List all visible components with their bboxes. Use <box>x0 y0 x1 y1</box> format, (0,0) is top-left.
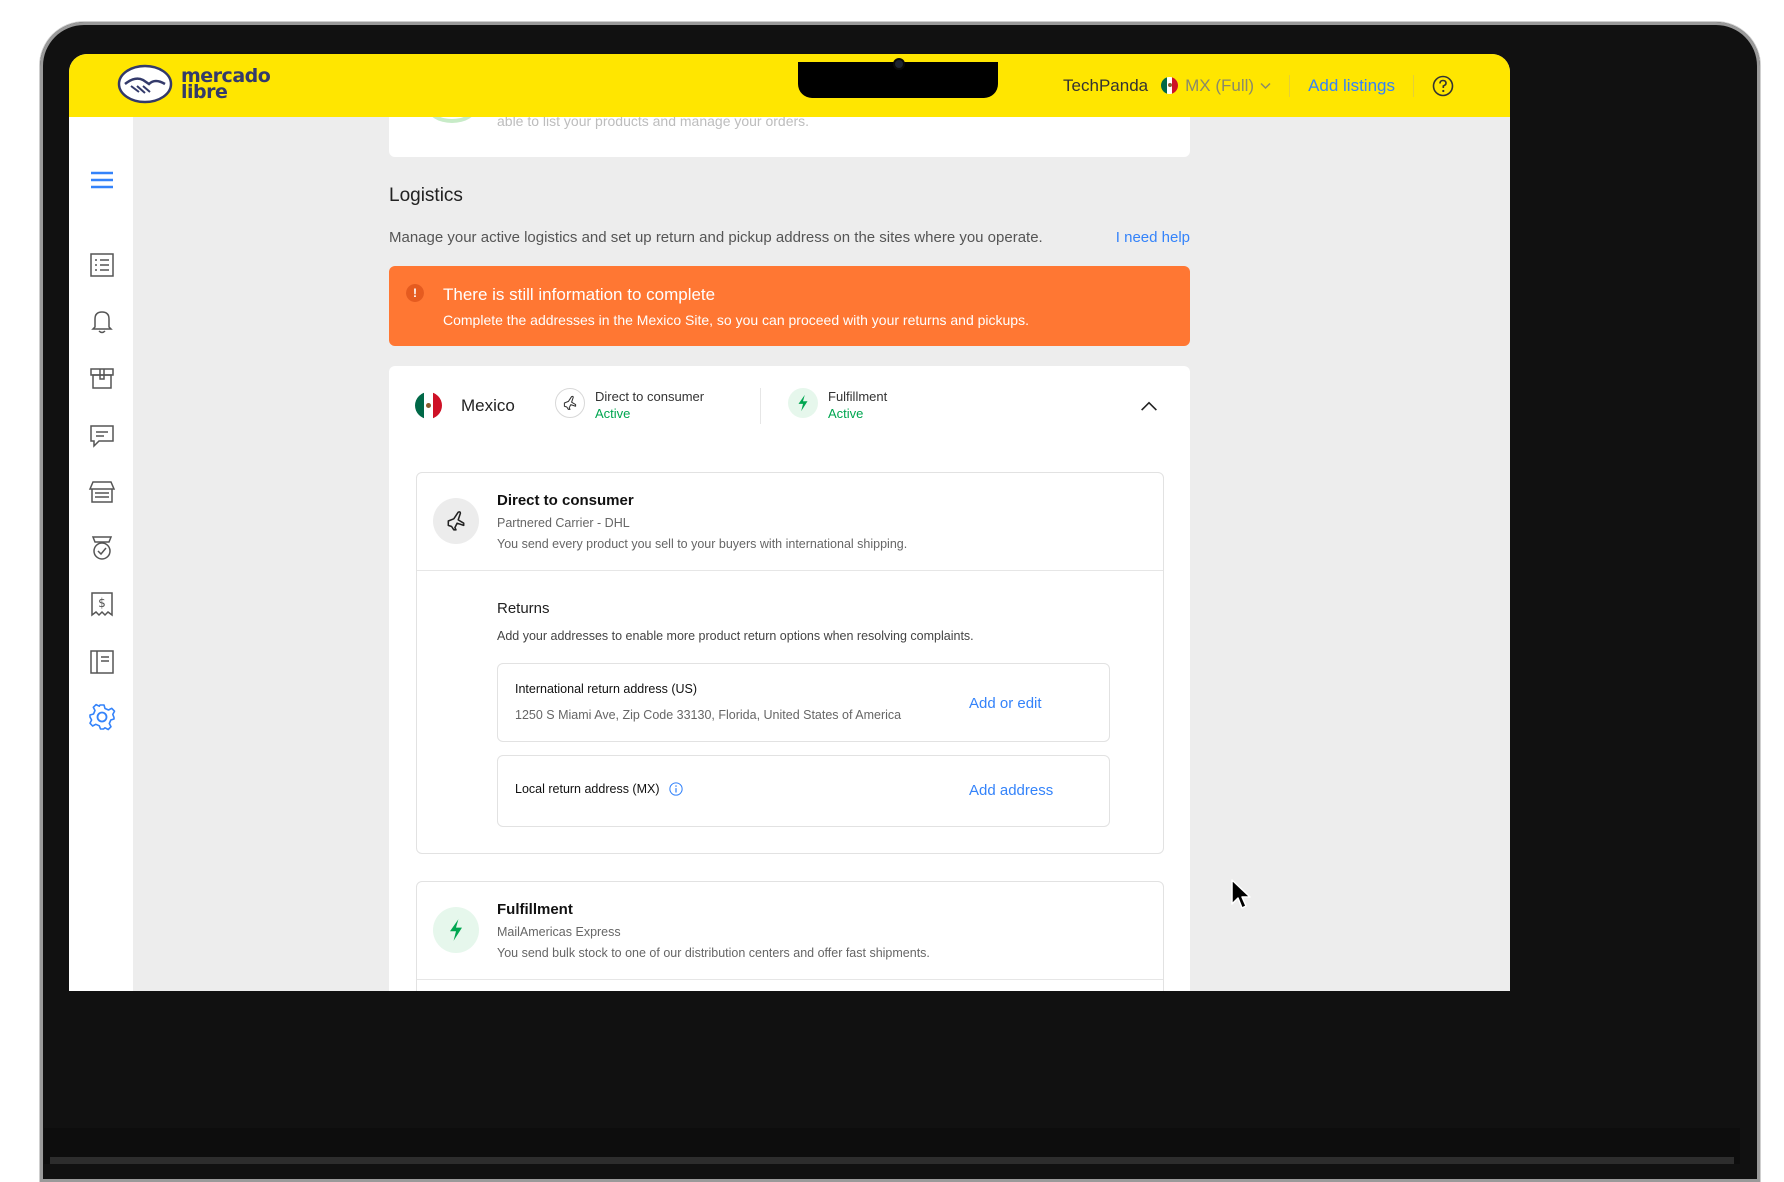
divider <box>1289 74 1291 97</box>
site-selector[interactable]: MX (Full) <box>1185 76 1271 96</box>
header-right: TechPanda MX (Full) Add listings <box>1063 54 1454 117</box>
airplane-icon <box>555 388 585 418</box>
lightning-icon <box>788 388 818 418</box>
menu-icon[interactable] <box>87 165 117 195</box>
card-description: You send bulk stock to one of our distri… <box>497 946 930 960</box>
card-title: Direct to consumer <box>497 492 634 509</box>
carrier-name: Partnered Carrier - DHL <box>497 516 630 530</box>
direct-to-consumer-card: Direct to consumer Partnered Carrier - D… <box>416 472 1164 854</box>
receipt-icon[interactable]: $ <box>87 589 117 619</box>
add-address-link[interactable]: Add address <box>969 782 1053 799</box>
mode-direct-to-consumer: Direct to consumer Active <box>555 388 704 422</box>
page-description: Manage your active logistics and set up … <box>389 229 1043 246</box>
laptop-hinge <box>50 1157 1734 1164</box>
lightning-icon <box>433 907 479 953</box>
previous-card-graphic <box>427 117 477 123</box>
list-icon[interactable] <box>87 250 117 280</box>
add-or-edit-link[interactable]: Add or edit <box>969 695 1042 712</box>
address-label: Local return address (MX) <box>515 782 660 796</box>
direct-to-consumer-header: Direct to consumer Partnered Carrier - D… <box>417 473 1163 571</box>
mode-fulfillment: Fulfillment Active <box>788 388 887 422</box>
returns-description: Add your addresses to enable more produc… <box>497 629 974 643</box>
airplane-icon <box>433 498 479 544</box>
mercado-libre-logo[interactable]: mercado libre <box>117 64 271 104</box>
address-label: International return address (US) <box>515 682 698 696</box>
divider <box>760 388 761 424</box>
alert-message: Complete the addresses in the Mexico Sit… <box>443 312 1029 328</box>
fulfillment-card: Fulfillment MailAmericas Express You sen… <box>416 881 1164 991</box>
help-icon[interactable] <box>1432 75 1454 97</box>
site-selector-label: MX (Full) <box>1185 75 1255 95</box>
chevron-down-icon <box>1260 82 1271 89</box>
gear-icon[interactable] <box>87 702 117 732</box>
warning-icon: ! <box>406 284 424 302</box>
mouse-cursor-icon <box>1231 879 1251 909</box>
chevron-up-icon[interactable] <box>1140 400 1158 412</box>
previous-card-text: able to list your products and manage yo… <box>497 117 810 129</box>
bell-icon[interactable] <box>87 306 117 336</box>
address-value: 1250 S Miami Ave, Zip Code 33130, Florid… <box>515 708 902 722</box>
mexico-flag-icon <box>1161 77 1179 94</box>
country-card-mexico: Mexico Direct to consumer Active Fulfill… <box>389 366 1190 991</box>
store-name: TechPanda <box>1063 75 1149 95</box>
alert-title: There is still information to complete <box>443 285 716 304</box>
fulfillment-header: Fulfillment MailAmericas Express You sen… <box>417 882 1163 980</box>
incomplete-info-alert: ! There is still information to complete… <box>389 266 1190 346</box>
card-title: Fulfillment <box>497 901 573 918</box>
mode-label: Fulfillment <box>828 389 888 404</box>
mexico-flag-icon <box>415 392 442 419</box>
add-listings-link[interactable]: Add listings <box>1308 76 1395 96</box>
camera-icon <box>893 58 905 70</box>
card-description: You send every product you sell to your … <box>497 537 908 551</box>
page-title: Logistics <box>389 185 463 206</box>
returns-title: Returns <box>497 600 550 617</box>
mode-label: Direct to consumer <box>595 389 705 404</box>
previous-card: able to list your products and manage yo… <box>389 117 1190 157</box>
svg-text:$: $ <box>98 596 106 610</box>
divider <box>1413 74 1414 97</box>
screen: mercado libre TechPanda MX (Full) Add li… <box>69 54 1510 991</box>
international-return-address-box: International return address (US) 1250 S… <box>497 663 1110 742</box>
top-bar: mercado libre TechPanda MX (Full) Add li… <box>69 54 1510 117</box>
sidebar: $ <box>69 117 133 991</box>
local-return-address-box: Local return address (MX) Add address <box>497 755 1110 827</box>
box-icon[interactable] <box>87 363 117 393</box>
need-help-link[interactable]: I need help <box>1116 229 1190 246</box>
country-name: Mexico <box>461 396 515 415</box>
mode-status: Active <box>595 406 631 421</box>
mode-status: Active <box>828 406 864 421</box>
handshake-logo-icon <box>117 64 173 104</box>
store-icon[interactable] <box>87 477 117 507</box>
chat-icon[interactable] <box>87 421 117 451</box>
carrier-name: MailAmericas Express <box>497 925 621 939</box>
info-icon[interactable] <box>669 782 683 796</box>
badge-icon[interactable] <box>87 533 117 563</box>
book-icon[interactable] <box>87 647 117 677</box>
